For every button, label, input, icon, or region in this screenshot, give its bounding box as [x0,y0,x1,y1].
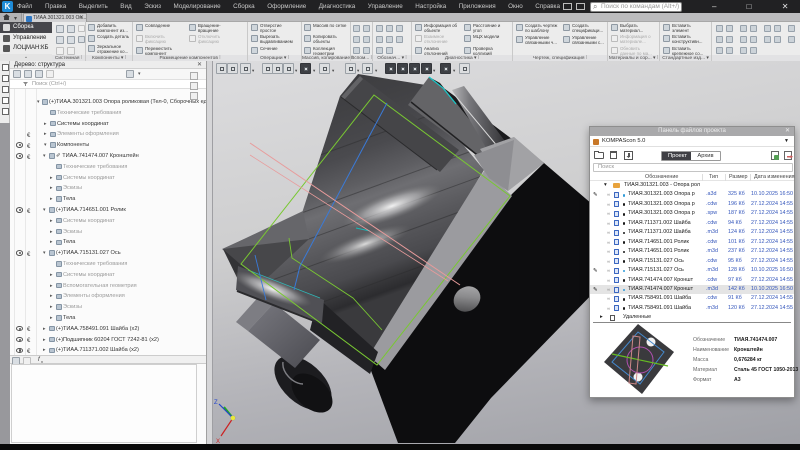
svg-text:Z: Z [214,400,218,406]
